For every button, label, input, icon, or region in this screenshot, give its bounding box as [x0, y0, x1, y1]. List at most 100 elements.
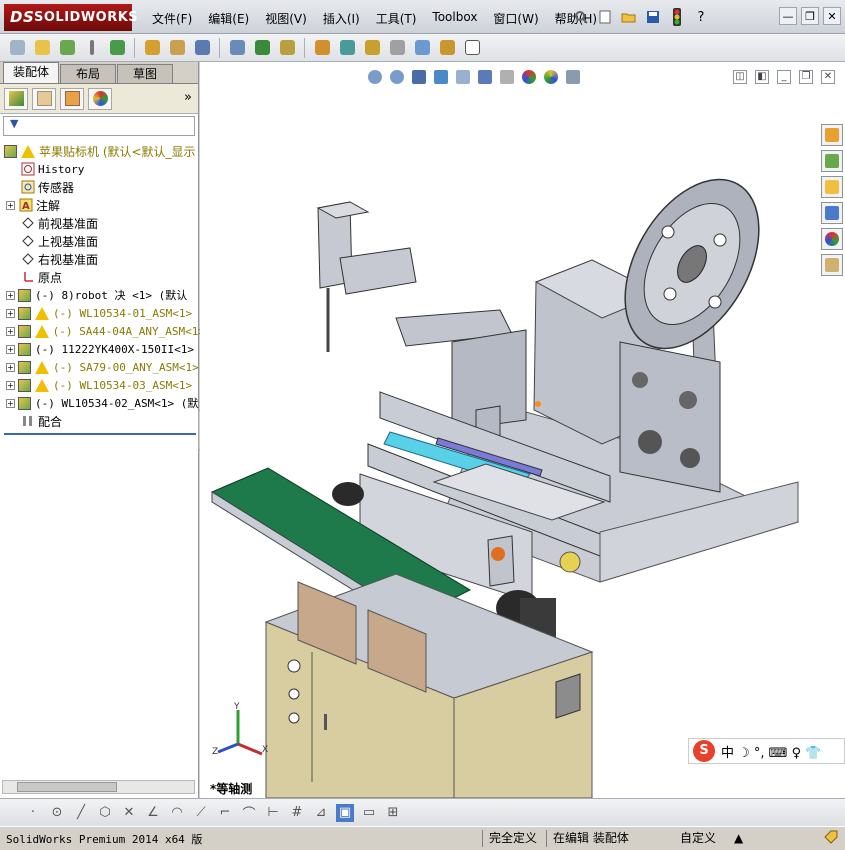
tree-item-component[interactable]: + (-) WL10534-02_ASM<1> (默 — [6, 394, 205, 412]
point-icon[interactable]: · — [24, 804, 42, 822]
graphics-viewport[interactable]: ◫ ◧ _ ❐ ✕ Y X Z *等轴测 S 中 ☽ °, ⌨ ♀ 👕 — [200, 62, 845, 798]
tree-item-front-plane[interactable]: 前视基准面 — [20, 214, 219, 232]
solidworks-logo[interactable]: DS SOLIDWORKS — [4, 4, 138, 31]
mate-icon[interactable] — [81, 37, 103, 59]
edit-component-icon[interactable] — [56, 37, 78, 59]
view-settings-icon[interactable] — [564, 68, 582, 86]
solidworks-resources-icon[interactable] — [821, 124, 843, 146]
view-orientation-icon[interactable] — [454, 68, 472, 86]
3d-sketch-icon[interactable]: ▣ — [336, 803, 354, 822]
help-icon[interactable]: ? — [690, 6, 712, 28]
menu-window[interactable]: 窗口(W) — [485, 8, 546, 28]
display-manager-tab-icon[interactable] — [88, 87, 112, 110]
close-button[interactable]: ✕ — [823, 7, 841, 25]
menu-tools[interactable]: 工具(T) — [368, 8, 425, 28]
new-motion-study-icon[interactable] — [276, 37, 298, 59]
expand-toggle[interactable]: + — [6, 290, 15, 300]
tree-item-component[interactable]: + (-) WL10534-03_ASM<1> — [6, 376, 205, 394]
bill-of-materials-icon[interactable] — [311, 37, 333, 59]
tree-item-component[interactable]: + (-) 11222YK400X-150II<1> — [6, 340, 205, 358]
zoom-to-fit-icon[interactable] — [366, 68, 384, 86]
new-part-icon[interactable] — [31, 37, 53, 59]
scrollbar-thumb[interactable] — [17, 782, 117, 792]
unit-system-selector[interactable]: 自定义 — [674, 830, 716, 847]
minimize-button[interactable]: — — [779, 7, 797, 25]
expand-toggle[interactable]: + — [6, 398, 15, 408]
insert-component-icon[interactable] — [6, 37, 28, 59]
expand-toggle[interactable]: + — [6, 308, 15, 318]
tree-item-right-plane[interactable]: 右视基准面 — [20, 250, 219, 268]
menu-edit[interactable]: 编辑(E) — [200, 8, 257, 28]
tree-item-origin[interactable]: 原点 — [20, 268, 219, 286]
view-palette-icon[interactable] — [821, 202, 843, 224]
feature-manager-tab-icon[interactable] — [4, 87, 28, 110]
tab-layout[interactable]: 布局 — [60, 64, 116, 83]
tab-assembly[interactable]: 装配体 — [3, 62, 59, 83]
ime-toolbar[interactable]: S 中 ☽ °, ⌨ ♀ 👕 — [688, 738, 845, 764]
corner-rectangle-icon[interactable]: ⌐ — [216, 804, 234, 822]
tab-sketch[interactable]: 草图 — [117, 64, 173, 83]
menu-file[interactable]: 文件(F) — [144, 8, 200, 28]
grid-icon[interactable]: # — [288, 804, 306, 822]
smart-fasteners-icon[interactable] — [141, 37, 163, 59]
pin-icon[interactable] — [570, 6, 592, 28]
menu-toolbox[interactable]: Toolbox — [424, 8, 485, 28]
rectangle-icon[interactable]: ▭ — [360, 804, 378, 822]
tree-item-mates[interactable]: 配合 — [20, 412, 219, 430]
edit-appearance-icon[interactable] — [520, 68, 538, 86]
table-icon[interactable]: ⊞ — [384, 804, 402, 822]
display-style-icon[interactable] — [476, 68, 494, 86]
rebuild-traffic-light-icon[interactable] — [666, 6, 688, 28]
centerpoint-arc-icon[interactable]: ⌒ — [240, 804, 258, 822]
unit-system-arrow-icon[interactable]: ▲ — [728, 830, 743, 847]
apply-scene-icon[interactable] — [542, 68, 560, 86]
viewport-split-horizontal-icon[interactable]: ◧ — [755, 70, 769, 84]
restore-button[interactable]: ❐ — [801, 7, 819, 25]
angle-icon[interactable]: ∠ — [144, 804, 162, 822]
new-document-icon[interactable] — [594, 6, 616, 28]
assembly-features-icon[interactable] — [226, 37, 248, 59]
linear-pattern-icon[interactable] — [106, 37, 128, 59]
exploded-view-icon[interactable] — [336, 37, 358, 59]
save-icon[interactable] — [642, 6, 664, 28]
expand-toggle[interactable]: + — [6, 200, 15, 210]
move-component-icon[interactable] — [166, 37, 188, 59]
open-folder-icon[interactable] — [618, 6, 640, 28]
viewport-close-icon[interactable]: ✕ — [821, 70, 835, 84]
tree-item-component[interactable]: + (-) SA44-04A_ANY_ASM<1> — [6, 322, 205, 340]
instant3d-icon[interactable] — [461, 37, 483, 59]
viewport-minimize-icon[interactable]: _ — [777, 70, 791, 84]
expand-toggle[interactable]: + — [6, 380, 15, 390]
dimension-icon[interactable]: ⊢ — [264, 804, 282, 822]
tree-item-annotations[interactable]: + A 注解 — [6, 196, 205, 214]
menu-view[interactable]: 视图(V) — [257, 8, 315, 28]
configuration-manager-tab-icon[interactable] — [60, 87, 84, 110]
trim-icon[interactable]: ✕ — [120, 804, 138, 822]
tree-item-sensors[interactable]: 传感器 — [20, 178, 219, 196]
tree-item-history[interactable]: History — [20, 160, 219, 178]
expand-toggle[interactable]: + — [6, 344, 15, 354]
tree-item-top-plane[interactable]: 上视基准面 — [20, 232, 219, 250]
line-icon[interactable]: ╱ — [72, 804, 90, 822]
appearances-scenes-icon[interactable] — [821, 228, 843, 250]
show-hidden-icon[interactable] — [191, 37, 213, 59]
tree-root[interactable]: 苹果贴标机 (默认<默认_显示 — [4, 142, 203, 160]
hide-show-items-icon[interactable] — [498, 68, 516, 86]
expand-toggle[interactable]: + — [6, 326, 15, 336]
clearance-verification-icon[interactable] — [411, 37, 433, 59]
property-manager-tab-icon[interactable] — [32, 87, 56, 110]
previous-view-icon[interactable] — [410, 68, 428, 86]
polygon-icon[interactable]: ⬡ — [96, 804, 114, 822]
reference-geometry-icon[interactable] — [251, 37, 273, 59]
interference-detection-icon[interactable] — [386, 37, 408, 59]
more-tabs-icon[interactable]: » — [184, 90, 192, 105]
expand-toggle[interactable]: + — [6, 362, 15, 372]
section-view-icon[interactable] — [432, 68, 450, 86]
hole-alignment-icon[interactable] — [436, 37, 458, 59]
tree-item-component[interactable]: + (-) 8)robot 决 <1> (默认 — [6, 286, 205, 304]
file-explorer-icon[interactable] — [821, 176, 843, 198]
explode-line-sketch-icon[interactable] — [361, 37, 383, 59]
rebuild-tag-icon[interactable] — [818, 830, 838, 847]
arc-icon[interactable]: ◠ — [168, 804, 186, 822]
horizontal-scrollbar[interactable] — [2, 780, 195, 794]
